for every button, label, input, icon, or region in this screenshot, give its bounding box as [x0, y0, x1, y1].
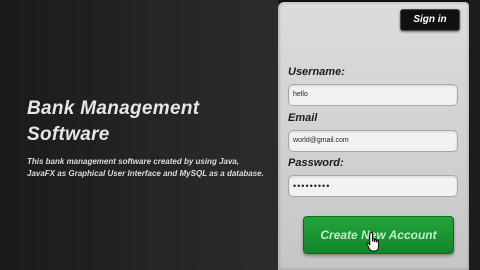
signin-button[interactable]: Sign in	[400, 9, 460, 31]
username-label: Username:	[288, 66, 345, 78]
email-label: Email	[288, 112, 318, 124]
password-field[interactable]: •••••••••	[288, 175, 458, 197]
app-title: Bank Management Software	[27, 96, 267, 148]
app-description: This bank management software created by…	[27, 157, 264, 178]
hand-pointer-icon	[366, 232, 382, 252]
intro-panel: Bank Management Software This bank manag…	[0, 0, 278, 270]
username-field[interactable]: hello	[288, 84, 458, 106]
email-field[interactable]: world@gmail.com	[288, 130, 458, 152]
app-title-line1: Bank Management	[27, 98, 200, 119]
window-edge	[468, 0, 480, 270]
app-title-line2: Software	[27, 124, 110, 145]
password-label: Password:	[288, 157, 344, 169]
